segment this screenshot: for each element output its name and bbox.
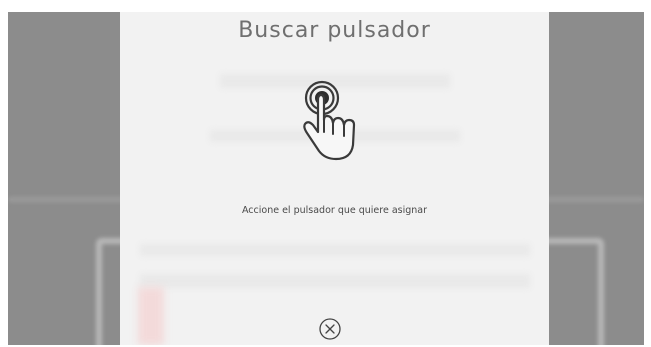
close-icon <box>319 318 341 340</box>
screen: Buscar pulsador Accione el pulsador que … <box>0 0 651 347</box>
ghost-row <box>140 274 530 288</box>
ghost-accent <box>138 287 164 345</box>
dialog-title: Buscar pulsador <box>238 18 431 43</box>
ghost-row <box>140 244 530 256</box>
touch-press-icon <box>303 80 356 161</box>
search-button-dialog: Buscar pulsador Accione el pulsador que … <box>120 12 549 345</box>
instruction-message: Accione el pulsador que quiere asignar <box>241 205 428 216</box>
close-button[interactable] <box>318 317 342 341</box>
